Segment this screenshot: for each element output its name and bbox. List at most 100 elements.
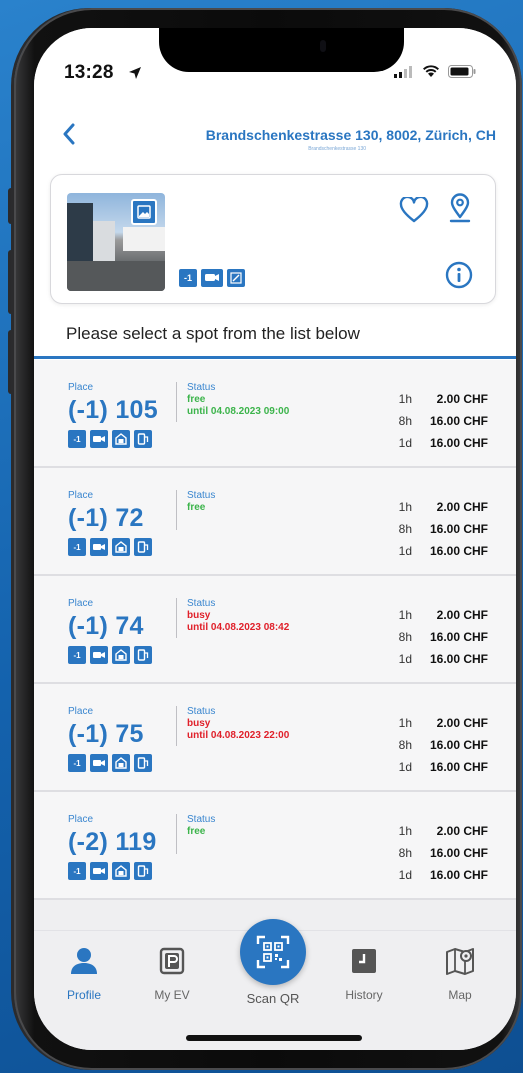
back-chevron-icon[interactable] xyxy=(62,123,76,145)
garage-icon xyxy=(112,538,130,556)
camera-icon xyxy=(90,862,108,880)
favorite-heart-icon[interactable] xyxy=(399,197,429,223)
spot-row[interactable]: Place (-1) 75 Status busy until 04.08.20… xyxy=(34,684,516,792)
tab-my-ev[interactable]: My EV xyxy=(132,945,212,1002)
price-list: 1h 2.00 CHF 8h 16.00 CHF 1d 16.00 CHF xyxy=(386,820,488,886)
price-duration: 8h xyxy=(398,414,412,428)
battery-icon xyxy=(448,65,476,78)
tab-my-ev-label: My EV xyxy=(154,988,190,1002)
header: Brandschenkestrasse 130, 8002, Zürich, C… xyxy=(34,100,516,160)
price-row: 1d 16.00 CHF xyxy=(386,756,488,778)
ev-charger-icon xyxy=(134,646,152,664)
price-list: 1h 2.00 CHF 8h 16.00 CHF 1d 16.00 CHF xyxy=(386,496,488,562)
status-label: Status xyxy=(187,598,216,609)
divider-line xyxy=(176,814,177,854)
price-row: 1d 16.00 CHF xyxy=(386,648,488,670)
price-list: 1h 2.00 CHF 8h 16.00 CHF 1d 16.00 CHF xyxy=(386,712,488,778)
price-amount: 2.00 CHF xyxy=(436,824,488,838)
price-duration: 1d xyxy=(398,544,412,558)
qr-code-icon xyxy=(256,935,290,969)
status-value: free xyxy=(187,826,206,837)
tab-profile-label: Profile xyxy=(66,988,101,1002)
level-icon: -1 xyxy=(68,430,86,448)
status-until: until 04.08.2023 09:00 xyxy=(187,406,290,417)
location-card: -1 xyxy=(50,174,496,304)
price-duration: 1h xyxy=(398,608,412,622)
tab-history[interactable]: History xyxy=(324,945,404,1002)
status-until: until 04.08.2023 08:42 xyxy=(187,622,290,633)
history-icon xyxy=(352,949,376,973)
status-time: 13:28 xyxy=(64,62,114,83)
gallery-icon[interactable] xyxy=(131,199,157,225)
level-icon: -1 xyxy=(68,862,86,880)
price-row: 1d 16.00 CHF xyxy=(386,864,488,886)
info-icon[interactable] xyxy=(445,261,473,289)
spot-row[interactable]: Place (-1) 72 Status free -1 1h 2.00 CHF… xyxy=(34,468,516,576)
price-row: 1h 2.00 CHF xyxy=(386,712,488,734)
map-icon xyxy=(446,948,474,975)
price-duration: 1d xyxy=(398,652,412,666)
garage-icon xyxy=(112,754,130,772)
status-until: until 04.08.2023 22:00 xyxy=(187,730,290,741)
price-amount: 2.00 CHF xyxy=(436,392,488,406)
price-duration: 8h xyxy=(398,522,412,536)
price-row: 1h 2.00 CHF xyxy=(386,388,488,410)
location-feature-icons: -1 xyxy=(179,269,245,287)
scan-qr-label: Scan QR xyxy=(246,991,300,1006)
ev-charger-icon xyxy=(134,538,152,556)
price-duration: 1d xyxy=(398,436,412,450)
place-number: (-1) 72 xyxy=(68,504,144,532)
accent-divider xyxy=(34,356,516,359)
price-duration: 1h xyxy=(398,716,412,730)
status-label: Status xyxy=(187,490,216,501)
price-duration: 1h xyxy=(398,824,412,838)
price-row: 1h 2.00 CHF xyxy=(386,496,488,518)
status-value: free xyxy=(187,394,206,405)
status-value: free xyxy=(187,502,206,513)
price-amount: 16.00 CHF xyxy=(429,760,488,774)
signal-icon xyxy=(394,65,412,78)
spot-feature-icons: -1 xyxy=(68,430,152,448)
price-duration: 1h xyxy=(398,392,412,406)
status-value: busy xyxy=(187,718,211,729)
spot-feature-icons: -1 xyxy=(68,646,152,664)
price-row: 8h 16.00 CHF xyxy=(386,410,488,432)
place-label: Place xyxy=(68,490,94,501)
camera-icon xyxy=(90,646,108,664)
price-amount: 16.00 CHF xyxy=(429,436,488,450)
tab-bar: Profile My EV Scan QR History Map xyxy=(34,919,516,1050)
garage-icon xyxy=(112,646,130,664)
map-pin-icon[interactable] xyxy=(447,193,473,225)
divider-line xyxy=(176,490,177,530)
price-amount: 16.00 CHF xyxy=(429,414,488,428)
notch xyxy=(159,28,404,72)
status-label: Status xyxy=(187,382,216,393)
location-section: -1 Please select a spot from the list be… xyxy=(34,160,516,360)
price-duration: 1d xyxy=(398,868,412,882)
price-amount: 2.00 CHF xyxy=(436,716,488,730)
garage-icon xyxy=(112,430,130,448)
price-row: 8h 16.00 CHF xyxy=(386,518,488,540)
price-amount: 2.00 CHF xyxy=(436,500,488,514)
select-spot-prompt: Please select a spot from the list below xyxy=(66,324,360,343)
spot-row[interactable]: Place (-1) 105 Status free until 04.08.2… xyxy=(34,360,516,468)
spot-row[interactable]: Place (-1) 74 Status busy until 04.08.20… xyxy=(34,576,516,684)
camera-icon xyxy=(90,430,108,448)
price-amount: 16.00 CHF xyxy=(429,738,488,752)
tab-map-label: Map xyxy=(448,988,472,1002)
ev-charger-icon xyxy=(134,862,152,880)
price-amount: 16.00 CHF xyxy=(429,630,488,644)
tab-profile[interactable]: Profile xyxy=(44,945,124,1002)
spot-feature-icons: -1 xyxy=(68,538,152,556)
price-row: 8h 16.00 CHF xyxy=(386,842,488,864)
spot-row[interactable]: Place (-2) 119 Status free -1 1h 2.00 CH… xyxy=(34,792,516,900)
location-arrow-icon xyxy=(129,67,141,79)
scan-qr-button[interactable] xyxy=(240,919,306,985)
place-number: (-1) 105 xyxy=(68,396,158,424)
home-indicator xyxy=(186,1035,362,1041)
address-subtitle: Brandschenkestrasse 130 xyxy=(308,146,366,152)
price-duration: 1d xyxy=(398,760,412,774)
status-value: busy xyxy=(187,610,211,621)
tab-map[interactable]: Map xyxy=(420,945,500,1002)
place-label: Place xyxy=(68,598,94,609)
